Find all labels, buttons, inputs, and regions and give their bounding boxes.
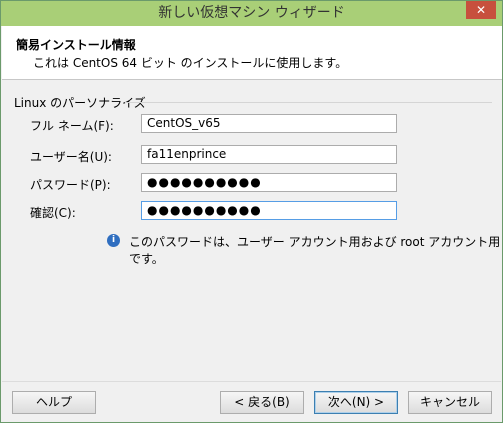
help-button[interactable]: ヘルプ [12,391,96,414]
cancel-button[interactable]: キャンセル [408,391,492,414]
password-field[interactable]: ●●●●●●●●●● [141,173,397,192]
wizard-window: 新しい仮想マシン ウィザード ✕ 簡易インストール情報 これは CentOS 6… [0,0,503,423]
page-title: 簡易インストール情報 [16,38,136,52]
title-bar: 新しい仮想マシン ウィザード ✕ [1,1,502,26]
confirm-password-field[interactable]: ●●●●●●●●●● [141,201,397,220]
username-label: ユーザー名(U): [30,150,112,164]
fullname-label: フル ネーム(F): [30,119,114,133]
close-button[interactable]: ✕ [466,1,496,19]
next-button[interactable]: 次へ(N) > [314,391,398,414]
fullname-field[interactable]: CentOS_v65 [141,114,397,133]
password-label: パスワード(P): [30,178,111,192]
page-subtitle: これは CentOS 64 ビット のインストールに使用します。 [33,56,348,70]
header-panel: 簡易インストール情報 これは CentOS 64 ビット のインストールに使用し… [2,26,502,80]
footer-divider [2,381,501,382]
username-field[interactable]: fa11enprince [141,145,397,164]
back-button[interactable]: < 戻る(B) [220,391,304,414]
info-text: このパスワードは、ユーザー アカウント用および root アカウント用です。 [129,235,501,266]
info-icon: i [107,234,120,247]
group-divider [125,102,492,103]
confirm-label: 確認(C): [30,206,76,220]
window-title: 新しい仮想マシン ウィザード [158,5,345,21]
